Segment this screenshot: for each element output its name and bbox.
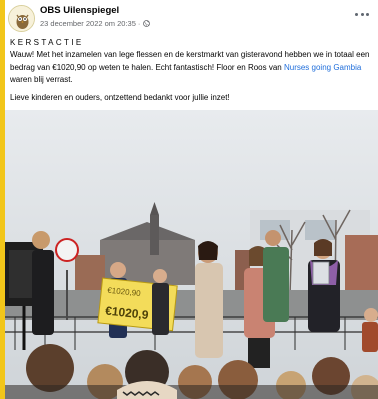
owl-logo-icon (9, 6, 34, 31)
page-avatar[interactable] (8, 5, 35, 32)
post-timestamp[interactable]: 23 december 2022 om 20:35 (40, 19, 136, 28)
post-body-part2: waren blij verrast. (10, 74, 73, 84)
globe-icon[interactable] (143, 20, 151, 27)
page-name-link[interactable]: OBS Uilenspiegel (40, 5, 119, 16)
post-meta: 23 december 2022 om 20:35 · (40, 19, 151, 28)
post-thanks: Lieve kinderen en ouders, ontzettend bed… (10, 93, 230, 103)
more-options-icon[interactable] (355, 9, 369, 19)
post-paragraph: Wauw! Met het inzamelen van lege flessen… (10, 49, 374, 86)
post-text: KERSTACTIE Wauw! Met het inzamelen van l… (10, 37, 374, 104)
photo-image: €1020,90 €1020,9 (5, 110, 378, 399)
meta-separator: · (137, 19, 141, 28)
post-photo[interactable]: €1020,90 €1020,9 (5, 110, 378, 399)
nurses-going-gambia-link[interactable]: Nurses going Gambia (284, 63, 361, 72)
post-header: OBS Uilenspiegel 23 december 2022 om 20:… (5, 0, 378, 36)
post-heading: KERSTACTIE (10, 38, 84, 47)
facebook-post: OBS Uilenspiegel 23 december 2022 om 20:… (5, 0, 378, 399)
